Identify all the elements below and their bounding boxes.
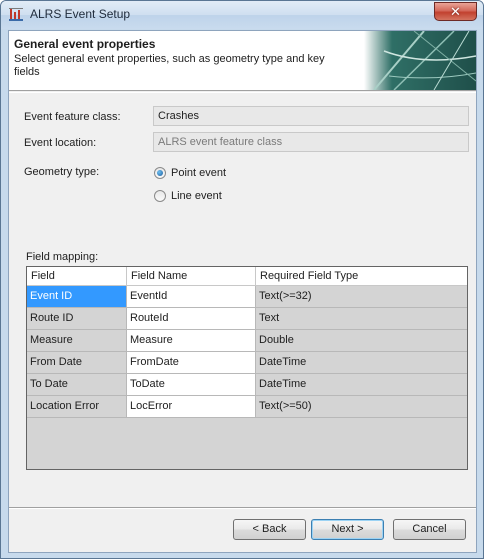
field-name-cell[interactable]: RouteId — [127, 308, 256, 329]
field-cell[interactable]: To Date — [27, 374, 127, 395]
table-row[interactable]: To Date ToDate DateTime — [27, 374, 467, 396]
wizard-header: General event properties Select general … — [9, 31, 476, 91]
close-icon: ✕ — [450, 4, 461, 19]
table-row[interactable]: Measure Measure Double — [27, 330, 467, 352]
title-bar[interactable]: ALRS Event Setup ✕ — [1, 1, 483, 29]
page-title: General event properties — [14, 37, 156, 51]
field-mapping-label: Field mapping: — [26, 251, 99, 263]
required-type-cell: Text(>=50) — [256, 396, 467, 417]
event-location-label: Event location: — [24, 137, 97, 149]
column-header-field-name[interactable]: Field Name — [127, 267, 256, 285]
close-button[interactable]: ✕ — [434, 2, 477, 21]
field-name-cell[interactable]: EventId — [127, 286, 256, 307]
required-type-cell: DateTime — [256, 374, 467, 395]
field-name-cell[interactable]: FromDate — [127, 352, 256, 373]
next-button[interactable]: Next > — [311, 519, 384, 540]
window-title: ALRS Event Setup — [30, 7, 131, 21]
field-cell[interactable]: Route ID — [27, 308, 127, 329]
event-feature-class-label: Event feature class: — [24, 111, 121, 123]
field-mapping-grid[interactable]: Field Field Name Required Field Type Eve… — [26, 266, 468, 470]
field-name-cell[interactable]: LocError — [127, 396, 256, 417]
wizard-client-area: General event properties Select general … — [8, 30, 477, 553]
map-banner-image — [364, 31, 476, 90]
column-header-required-type[interactable]: Required Field Type — [256, 267, 467, 285]
field-name-cell[interactable]: Measure — [127, 330, 256, 351]
field-cell[interactable]: Measure — [27, 330, 127, 351]
line-event-radio[interactable]: Line event — [154, 190, 222, 202]
grid-header: Field Field Name Required Field Type — [27, 267, 467, 286]
required-type-cell: Text — [256, 308, 467, 329]
required-type-cell: Text(>=32) — [256, 286, 467, 307]
event-feature-class-field[interactable]: Crashes — [153, 106, 469, 126]
field-cell[interactable]: From Date — [27, 352, 127, 373]
point-event-label: Point event — [171, 167, 227, 179]
field-cell[interactable]: Location Error — [27, 396, 127, 417]
back-button[interactable]: < Back — [233, 519, 306, 540]
header-separator — [9, 92, 476, 93]
required-type-cell: Double — [256, 330, 467, 351]
table-row[interactable]: Event ID EventId Text(>=32) — [27, 286, 467, 308]
table-row[interactable]: From Date FromDate DateTime — [27, 352, 467, 374]
alrs-app-icon — [9, 8, 23, 21]
required-type-cell: DateTime — [256, 352, 467, 373]
table-row[interactable]: Location Error LocError Text(>=50) — [27, 396, 467, 418]
footer-separator — [9, 507, 476, 509]
point-event-radio[interactable]: Point event — [154, 167, 226, 179]
radio-unchecked-icon — [154, 190, 166, 202]
cancel-button[interactable]: Cancel — [393, 519, 466, 540]
page-description: Select general event properties, such as… — [14, 53, 325, 78]
event-location-field[interactable]: ALRS event feature class — [153, 132, 469, 152]
field-name-cell[interactable]: ToDate — [127, 374, 256, 395]
line-event-label: Line event — [171, 190, 222, 202]
field-cell[interactable]: Event ID — [27, 286, 127, 307]
event-setup-window: ALRS Event Setup ✕ General event propert… — [0, 0, 484, 559]
geometry-type-label: Geometry type: — [24, 166, 100, 178]
column-header-field[interactable]: Field — [27, 267, 127, 285]
radio-checked-icon — [154, 167, 166, 179]
table-row[interactable]: Route ID RouteId Text — [27, 308, 467, 330]
